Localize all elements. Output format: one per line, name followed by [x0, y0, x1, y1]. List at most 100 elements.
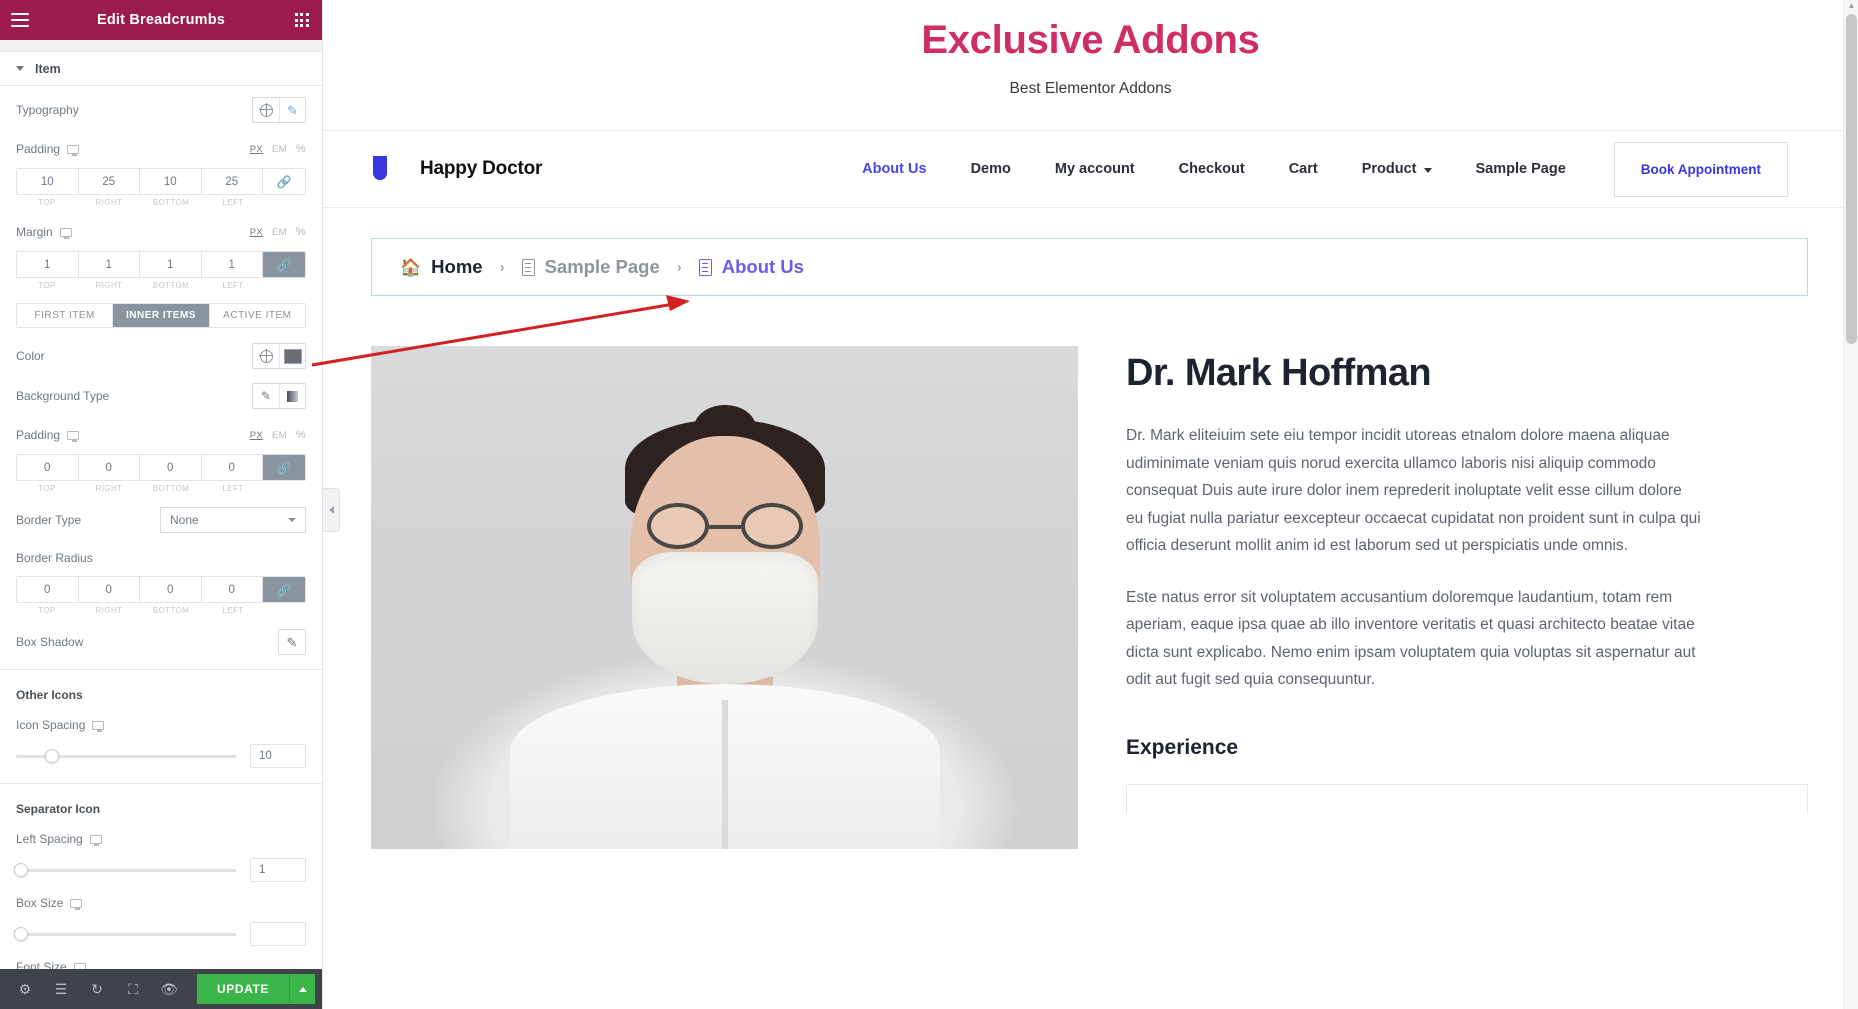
pencil-icon[interactable]: ✎	[279, 630, 305, 654]
padding-inner-left[interactable]: 0	[201, 455, 263, 480]
border-radius-bottom[interactable]: 0	[140, 577, 202, 602]
unit-em[interactable]: EM	[272, 430, 287, 441]
padding-inner-bottom[interactable]: 0	[140, 455, 202, 480]
eye-icon[interactable]: 👁	[151, 969, 187, 1009]
scrollbar-thumb[interactable]	[1846, 14, 1857, 344]
link-icon[interactable]: 🔗	[263, 577, 305, 602]
happy-doctor-logo	[373, 156, 407, 182]
experience-box	[1126, 783, 1808, 814]
border-radius-label: Border Radius	[16, 551, 93, 565]
nav-item-checkout[interactable]: Checkout	[1157, 161, 1267, 177]
responsive-monitor-icon[interactable]	[89, 834, 102, 846]
padding-inner-top[interactable]: 0	[17, 455, 79, 480]
link-icon[interactable]: 🔗	[263, 455, 305, 480]
panel-scroll-area[interactable]: Typography ✎ Padding PX EM % 10 25 10 25…	[0, 86, 322, 969]
unit-percent[interactable]: %	[296, 429, 306, 441]
control-border-type: Border Type None	[16, 507, 306, 533]
padding-item-bottom[interactable]: 10	[140, 169, 202, 194]
chevron-down-icon	[16, 66, 24, 71]
border-type-label: Border Type	[16, 513, 82, 527]
tab-first-item[interactable]: FIRST ITEM	[17, 304, 114, 327]
page-scrollbar[interactable]: ▲	[1843, 0, 1858, 1009]
responsive-monitor-icon[interactable]	[92, 720, 105, 732]
padding-item-right[interactable]: 25	[78, 169, 140, 194]
pencil-icon[interactable]: ✎	[279, 98, 305, 122]
breadcrumb-item-home[interactable]: 🏠 Home	[400, 256, 483, 278]
slider-knob[interactable]	[14, 927, 28, 941]
nav-item-demo[interactable]: Demo	[949, 161, 1033, 177]
box-size-slider[interactable]	[14, 927, 236, 941]
breadcrumb-item-sample-page[interactable]: Sample Page	[521, 256, 660, 278]
icon-spacing-slider[interactable]	[16, 749, 236, 763]
slider-knob[interactable]	[44, 749, 59, 763]
legend-left: LEFT	[222, 281, 244, 290]
responsive-monitor-icon[interactable]	[67, 144, 80, 156]
padding-item-units: PX EM %	[250, 143, 306, 155]
brush-icon[interactable]: ✎	[253, 384, 279, 408]
unit-px[interactable]: PX	[250, 227, 263, 238]
unit-percent[interactable]: %	[296, 226, 306, 238]
layers-icon[interactable]: ☰	[43, 969, 79, 1009]
unit-px[interactable]: PX	[250, 430, 263, 441]
legend-spacer	[264, 281, 306, 290]
unit-px[interactable]: PX	[250, 144, 263, 155]
globe-icon[interactable]	[253, 98, 279, 122]
section-item-toggle[interactable]: Item	[0, 52, 322, 86]
legend-top: TOP	[38, 198, 56, 207]
slider-knob[interactable]	[14, 863, 28, 877]
panel-collapse-button[interactable]	[323, 488, 340, 532]
brand[interactable]: Happy Doctor	[373, 156, 542, 182]
left-spacing-input[interactable]: 1	[250, 858, 306, 882]
nav-item-product[interactable]: Product	[1340, 161, 1454, 177]
globe-icon[interactable]	[253, 344, 279, 368]
update-options-button[interactable]	[289, 974, 315, 1004]
unit-em[interactable]: EM	[272, 227, 287, 238]
update-button[interactable]: UPDATE	[196, 974, 289, 1004]
update-group: UPDATE	[196, 974, 315, 1004]
responsive-monitor-icon[interactable]	[73, 962, 86, 969]
left-spacing-slider[interactable]	[14, 863, 236, 877]
box-size-input[interactable]	[250, 922, 306, 946]
link-icon[interactable]: 🔗	[263, 169, 305, 194]
margin-item-bottom[interactable]: 1	[140, 252, 202, 277]
border-radius-left[interactable]: 0	[201, 577, 263, 602]
margin-item-right[interactable]: 1	[78, 252, 140, 277]
widgets-panel-button[interactable]	[282, 0, 322, 40]
breadcrumb-item-about-us[interactable]: About Us	[698, 256, 804, 278]
border-radius-top[interactable]: 0	[17, 577, 79, 602]
nav-item-cart[interactable]: Cart	[1267, 161, 1340, 177]
legend-spacer	[264, 198, 306, 207]
breadcrumb-label: Sample Page	[544, 256, 660, 277]
gradient-icon[interactable]	[279, 384, 305, 408]
history-icon[interactable]: ↻	[79, 969, 115, 1009]
responsive-monitor-icon[interactable]	[67, 430, 80, 442]
breadcrumbs-widget[interactable]: 🏠 Home › Sample Page › About Us	[323, 208, 1858, 296]
nav-item-about-us[interactable]: About Us	[840, 161, 948, 177]
tab-inner-items[interactable]: INNER ITEMS	[113, 304, 210, 327]
control-border-radius: Border Radius	[16, 545, 306, 571]
padding-inner-legend: TOP RIGHT BOTTOM LEFT	[16, 484, 306, 493]
responsive-icon[interactable]: ⛶	[115, 969, 151, 1009]
tab-active-item[interactable]: ACTIVE ITEM	[209, 304, 305, 327]
panel-menu-button[interactable]	[0, 0, 40, 40]
nav-item-sample-page[interactable]: Sample Page	[1454, 161, 1588, 177]
unit-em[interactable]: EM	[272, 144, 287, 155]
padding-inner-right[interactable]: 0	[78, 455, 140, 480]
nav-item-my-account[interactable]: My account	[1033, 161, 1157, 177]
scroll-up-arrow[interactable]: ▲	[1844, 1, 1858, 10]
margin-item-left[interactable]: 1	[201, 252, 263, 277]
responsive-monitor-icon[interactable]	[59, 227, 72, 239]
link-icon[interactable]: 🔗	[263, 252, 305, 277]
margin-item-top[interactable]: 1	[17, 252, 79, 277]
padding-item-left[interactable]: 25	[201, 169, 263, 194]
border-type-select[interactable]: None	[160, 507, 306, 533]
responsive-monitor-icon[interactable]	[70, 898, 83, 910]
hero-subtitle: Best Elementor Addons	[1009, 80, 1172, 97]
book-appointment-button[interactable]: Book Appointment	[1613, 141, 1788, 197]
icon-spacing-input[interactable]: 10	[250, 744, 306, 768]
color-swatch[interactable]	[279, 344, 305, 368]
padding-item-top[interactable]: 10	[17, 169, 79, 194]
border-radius-right[interactable]: 0	[78, 577, 140, 602]
unit-percent[interactable]: %	[296, 143, 306, 155]
gear-icon[interactable]: ⚙	[7, 969, 43, 1009]
